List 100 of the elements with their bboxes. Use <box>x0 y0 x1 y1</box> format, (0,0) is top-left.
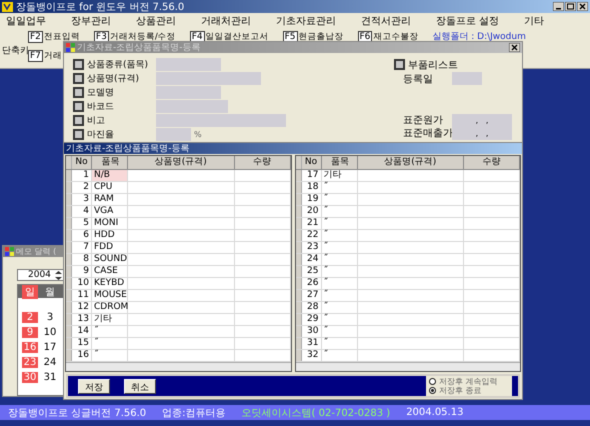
checkbox[interactable] <box>394 59 405 70</box>
column-header[interactable]: No <box>72 156 92 169</box>
table-cell[interactable]: ˝ <box>322 326 358 337</box>
calendar-day[interactable]: 31 <box>42 372 58 383</box>
table-cell[interactable]: ˝ <box>322 182 358 193</box>
checkbox[interactable] <box>73 115 84 126</box>
row-header[interactable] <box>296 218 302 229</box>
date-field[interactable] <box>452 72 482 85</box>
row-header[interactable] <box>296 182 302 193</box>
checkbox[interactable] <box>73 129 84 140</box>
table-cell[interactable]: ˝ <box>322 314 358 325</box>
table-cell[interactable]: 기타 <box>92 314 128 325</box>
table-cell[interactable]: FDD <box>92 242 128 253</box>
function-key[interactable]: F7 <box>28 50 43 62</box>
minimize-icon[interactable] <box>553 2 564 11</box>
price-field[interactable]: , , <box>452 126 512 140</box>
table-cell[interactable]: HDD <box>92 230 128 241</box>
menu-item[interactable]: 견적서관리 <box>359 14 421 28</box>
input-field[interactable] <box>156 100 228 113</box>
shortcut-text[interactable]: 거래 <box>44 50 62 62</box>
row-header[interactable] <box>296 242 302 253</box>
column-header[interactable]: 품목 <box>92 156 128 169</box>
close-icon[interactable] <box>577 2 588 11</box>
row-header[interactable] <box>296 206 302 217</box>
input-field[interactable] <box>156 128 191 141</box>
table-cell[interactable]: ˝ <box>322 266 358 277</box>
shortcut-text[interactable]: 현금출납장 <box>298 30 344 42</box>
row-header[interactable] <box>296 266 302 277</box>
table-cell[interactable]: RAM <box>92 194 128 205</box>
calendar-day[interactable]: 3 <box>42 312 58 323</box>
row-header[interactable] <box>296 302 302 313</box>
checkbox[interactable] <box>73 87 84 98</box>
row-header[interactable] <box>296 290 302 301</box>
price-field[interactable]: , , <box>452 114 512 126</box>
table-cell[interactable]: ˝ <box>322 290 358 301</box>
column-header[interactable]: 상품명(규격) <box>128 156 234 169</box>
table-cell[interactable]: ˝ <box>92 338 128 349</box>
table-cell[interactable]: ˝ <box>322 254 358 265</box>
column-header[interactable]: 수량 <box>234 156 290 169</box>
table-cell[interactable]: ˝ <box>322 242 358 253</box>
table-cell[interactable]: N/B <box>92 170 128 181</box>
menu-item[interactable]: 장돌프로 설정 <box>434 14 510 28</box>
table-cell[interactable]: KEYBD <box>92 278 128 289</box>
table-cell[interactable]: ˝ <box>92 326 128 337</box>
shortcut-text[interactable]: 거래처등록/수정 <box>110 30 176 42</box>
table-cell[interactable]: ˝ <box>92 350 128 361</box>
function-key[interactable]: F5 <box>282 30 298 42</box>
table-cell[interactable]: ˝ <box>322 302 358 313</box>
row-header[interactable] <box>296 278 302 289</box>
row-header[interactable] <box>296 326 302 337</box>
table-cell[interactable]: 기타 <box>322 170 358 181</box>
action-button[interactable]: 저장 <box>78 378 110 394</box>
calendar-day[interactable]: 23 <box>22 357 38 368</box>
shortcut-text[interactable]: 일일결산보고서 <box>206 30 269 42</box>
scrollbar[interactable] <box>66 362 290 371</box>
menu-item[interactable]: 거래처관리 <box>199 14 261 28</box>
column-header[interactable]: 수량 <box>464 156 520 169</box>
table-cell[interactable]: ˝ <box>322 338 358 349</box>
row-header[interactable] <box>296 254 302 265</box>
table-cell[interactable]: ˝ <box>322 218 358 229</box>
row-header[interactable] <box>296 338 302 349</box>
row-header[interactable] <box>296 350 302 361</box>
maximize-icon[interactable] <box>565 2 576 11</box>
radio-button[interactable] <box>429 378 436 385</box>
action-button[interactable]: 취소 <box>124 378 156 394</box>
table-cell[interactable]: MONI <box>92 218 128 229</box>
calendar-day[interactable]: 24 <box>42 357 58 368</box>
table-cell[interactable]: SOUND <box>92 254 128 265</box>
input-field[interactable] <box>156 86 221 99</box>
table-cell[interactable]: ˝ <box>322 206 358 217</box>
column-header[interactable]: 상품명(규격) <box>358 156 464 169</box>
table-cell[interactable]: ˝ <box>322 194 358 205</box>
table-cell[interactable]: CDROM <box>92 302 128 313</box>
table-cell[interactable]: ˝ <box>322 230 358 241</box>
menu-item[interactable]: 기타 <box>522 14 554 28</box>
column-header[interactable]: No <box>302 156 322 169</box>
checkbox[interactable] <box>73 101 84 112</box>
row-header[interactable] <box>296 230 302 241</box>
table-cell[interactable]: CASE <box>92 266 128 277</box>
calendar-day[interactable]: 2 <box>22 312 38 323</box>
function-key[interactable]: F6 <box>358 30 372 42</box>
row-header[interactable] <box>296 170 302 181</box>
menu-item[interactable]: 일일업무 <box>4 14 56 28</box>
table-cell[interactable]: VGA <box>92 206 128 217</box>
calendar-day[interactable]: 30 <box>22 372 38 383</box>
input-field[interactable] <box>156 58 221 71</box>
menu-item[interactable]: 상품관리 <box>134 14 186 28</box>
calendar-day[interactable]: 9 <box>22 327 38 338</box>
table-cell[interactable]: ˝ <box>322 350 358 361</box>
calendar-day[interactable]: 17 <box>42 342 58 353</box>
checkbox[interactable] <box>73 73 84 84</box>
shortcut-text[interactable]: 재고수불장 <box>373 30 418 42</box>
year-field[interactable]: 2004 <box>17 269 65 281</box>
calendar-day[interactable]: 16 <box>22 342 38 353</box>
input-field[interactable] <box>156 114 286 127</box>
table-cell[interactable]: MOUSE <box>92 290 128 301</box>
column-header[interactable]: 품목 <box>322 156 358 169</box>
table-cell[interactable]: CPU <box>92 182 128 193</box>
shortcut-text[interactable]: 전표입력 <box>44 30 80 42</box>
function-key[interactable]: F3 <box>94 30 109 42</box>
